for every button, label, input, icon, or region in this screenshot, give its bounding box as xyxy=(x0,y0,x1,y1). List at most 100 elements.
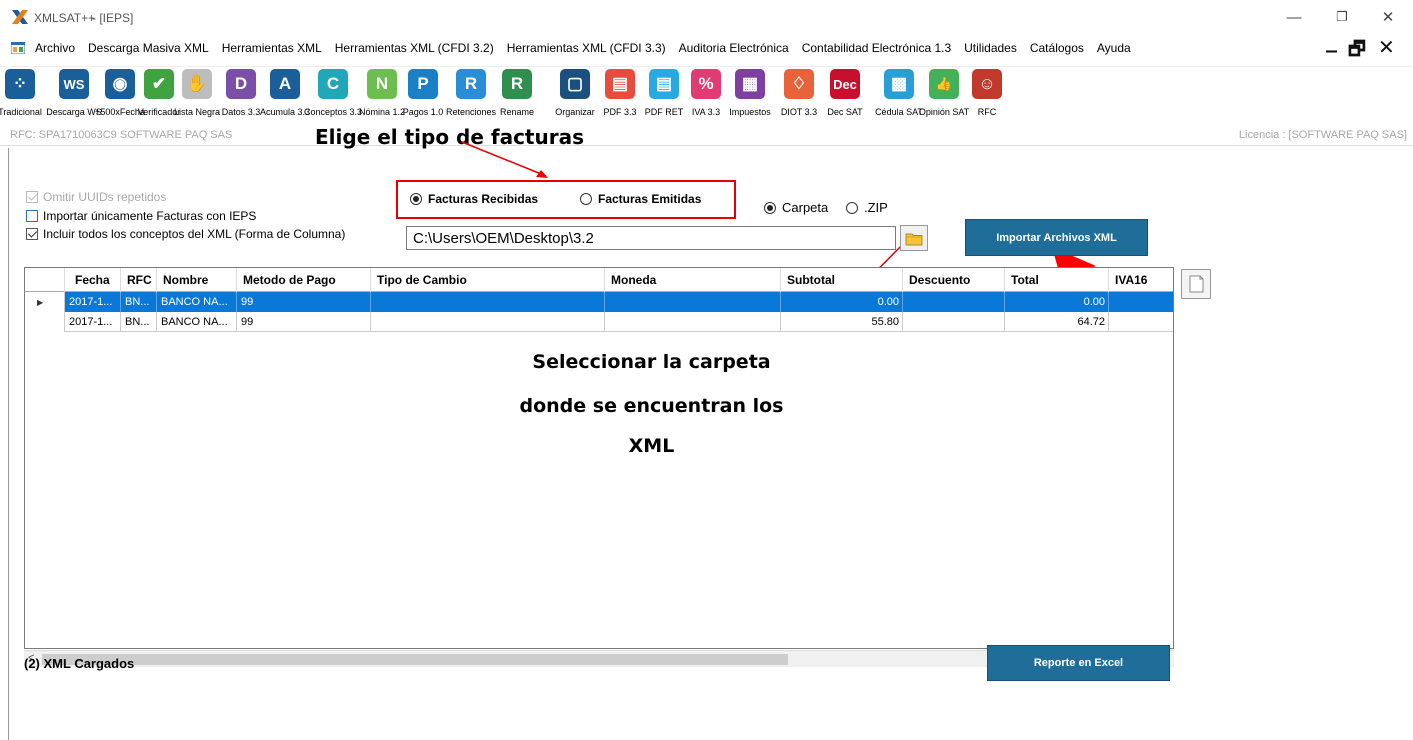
column-header[interactable]: Fecha xyxy=(65,268,121,292)
toolbar-label: Cédula SAT xyxy=(875,107,923,117)
menu-herramientas-cfdi32[interactable]: Herramientas XML (CFDI 3.2) xyxy=(335,41,494,55)
row-selector-icon[interactable]: ▶ xyxy=(25,292,65,312)
toolbar-button-dec-sat[interactable]: Dec Dec SAT xyxy=(827,69,863,121)
received-invoices-radio[interactable]: Facturas Recibidas xyxy=(410,192,538,206)
cell-iva16[interactable] xyxy=(1109,312,1173,332)
menu-descarga-masiva[interactable]: Descarga Masiva XML xyxy=(88,41,209,55)
cell-metodo[interactable]: 99 xyxy=(237,292,371,312)
menu-catalogos[interactable]: Catálogos xyxy=(1030,41,1084,55)
toolbar-button-diot-3-3[interactable]: ♢ DIOT 3.3 xyxy=(781,69,817,121)
mdi-close-button[interactable]: ✕ xyxy=(1378,35,1395,59)
toolbar-button-acumula-3-3[interactable]: A Acumula 3.3 xyxy=(260,69,310,121)
row-selector[interactable] xyxy=(25,312,65,332)
include-concepts-option[interactable]: Incluir todos los conceptos del XML (For… xyxy=(26,227,345,241)
close-button[interactable]: ✕ xyxy=(1370,4,1406,30)
menu-herramientas-xml[interactable]: Herramientas XML xyxy=(222,41,322,55)
cell-descuento[interactable] xyxy=(903,292,1005,312)
column-header[interactable]: Descuento xyxy=(903,268,1005,292)
toolbar-button-lista-negra[interactable]: ✋ Lista Negra xyxy=(174,69,220,121)
scrollbar-thumb[interactable] xyxy=(42,654,788,665)
cell-total[interactable]: 0.00 xyxy=(1005,292,1109,312)
received-radio-dot[interactable] xyxy=(410,193,422,205)
column-header[interactable]: Tipo de Cambio xyxy=(371,268,605,292)
table-row[interactable]: 2017-1... BN... BANCO NA... 99 55.80 64.… xyxy=(25,312,1173,332)
issued-invoices-radio[interactable]: Facturas Emitidas xyxy=(580,192,701,206)
cell-nombre[interactable]: BANCO NA... xyxy=(157,292,237,312)
mdi-restore-button[interactable]: 🗗 xyxy=(1348,35,1366,67)
grid-icon: ⁘ xyxy=(5,69,35,99)
menu-contabilidad[interactable]: Contabilidad Electrónica 1.3 xyxy=(802,41,951,55)
ieps-only-option[interactable]: Importar únicamente Facturas con IEPS xyxy=(26,209,256,223)
ieps-only-checkbox[interactable] xyxy=(26,210,38,222)
cell-moneda[interactable] xyxy=(605,292,781,312)
menu-auditoria[interactable]: Auditoria Electrónica xyxy=(679,41,789,55)
toolbar-button-pdf-ret[interactable]: ▤ PDF RET xyxy=(645,69,683,121)
toolbar-button-opini-n-sat[interactable]: 👍 Opinión SAT xyxy=(919,69,969,121)
cell-fecha[interactable]: 2017-1... xyxy=(65,292,121,312)
table-row[interactable]: ▶ 2017-1... BN... BANCO NA... 99 0.00 0.… xyxy=(25,292,1173,312)
toolbar-button-n-mina-1-2[interactable]: N Nómina 1.2 xyxy=(359,69,405,121)
column-header[interactable]: Subtotal xyxy=(781,268,903,292)
cell-rfc[interactable]: BN... xyxy=(121,292,157,312)
column-header[interactable]: IVA16 xyxy=(1109,268,1173,292)
column-header[interactable]: Nombre xyxy=(157,268,237,292)
cell-subtotal[interactable]: 0.00 xyxy=(781,292,903,312)
omit-uuids-option[interactable]: Omitir UUIDs repetidos xyxy=(26,190,166,204)
cell-tipo-cambio[interactable] xyxy=(371,312,605,332)
cell-tipo-cambio[interactable] xyxy=(371,292,605,312)
column-header[interactable]: Moneda xyxy=(605,268,781,292)
cell-metodo[interactable]: 99 xyxy=(237,312,371,332)
issued-radio-dot[interactable] xyxy=(580,193,592,205)
toolbar-label: Tradicional xyxy=(0,107,42,117)
column-chooser-button[interactable] xyxy=(1181,269,1211,299)
mdi-window-icon[interactable] xyxy=(11,42,25,54)
toolbar-label: Rename xyxy=(499,107,535,117)
zip-radio-dot[interactable] xyxy=(846,201,858,214)
browse-folder-button[interactable] xyxy=(900,225,928,251)
column-header[interactable]: Metodo de Pago xyxy=(237,268,371,292)
hand-icon: ✋ xyxy=(182,69,212,99)
toolbar-button-rename[interactable]: R Rename xyxy=(500,69,534,121)
cell-moneda[interactable] xyxy=(605,312,781,332)
column-header[interactable]: RFC xyxy=(121,268,157,292)
folder-path-input[interactable] xyxy=(406,226,896,250)
loaded-count-label: (2) XML Cargados xyxy=(24,656,135,671)
toolbar-button-descarga-ws[interactable]: WS Descarga WS xyxy=(46,69,102,121)
column-header[interactable]: Total xyxy=(1005,268,1109,292)
toolbar-button-tradicional[interactable]: ⁘ Tradicional xyxy=(0,69,42,121)
toolbar-button-retenciones[interactable]: R Retenciones xyxy=(446,69,496,121)
menu-archivo[interactable]: Archivo xyxy=(35,41,75,55)
cell-subtotal[interactable]: 55.80 xyxy=(781,312,903,332)
omit-uuids-checkbox[interactable] xyxy=(26,191,38,203)
folder-source-radio[interactable]: Carpeta xyxy=(764,200,828,215)
issued-label: Facturas Emitidas xyxy=(598,192,702,206)
cell-iva16[interactable] xyxy=(1109,292,1173,312)
menu-herramientas-cfdi33[interactable]: Herramientas XML (CFDI 3.3) xyxy=(507,41,666,55)
toolbar-label: Retenciones xyxy=(445,107,497,117)
toolbar-button-impuestos[interactable]: ▦ Impuestos xyxy=(729,69,771,121)
toolbar-button-conceptos-3-3[interactable]: C Conceptos 3.3 xyxy=(304,69,362,121)
menu-ayuda[interactable]: Ayuda xyxy=(1097,41,1131,55)
ws-icon: WS xyxy=(59,69,89,99)
toolbar-button-c-dula-sat[interactable]: ▩ Cédula SAT xyxy=(875,69,923,121)
toolbar-button-rfc[interactable]: ☺ RFC xyxy=(972,69,1002,121)
restore-button[interactable]: ❐ xyxy=(1324,4,1360,30)
toolbar-button-pagos-1-0[interactable]: P Pagos 1.0 xyxy=(403,69,443,121)
mdi-minimize-button[interactable]: _ xyxy=(1326,28,1337,53)
toolbar-button-datos-3-3[interactable]: D Datos 3.3 xyxy=(222,69,260,121)
minimize-button[interactable]: — xyxy=(1276,4,1312,30)
toolbar-button-iva-3-3[interactable]: % IVA 3.3 xyxy=(691,69,721,121)
toolbar-button-organizar[interactable]: ▢ Organizar xyxy=(555,69,595,121)
zip-source-radio[interactable]: .ZIP xyxy=(846,200,888,215)
cell-total[interactable]: 64.72 xyxy=(1005,312,1109,332)
menu-utilidades[interactable]: Utilidades xyxy=(964,41,1017,55)
cell-nombre[interactable]: BANCO NA... xyxy=(157,312,237,332)
excel-report-button[interactable]: Reporte en Excel xyxy=(987,645,1170,681)
folder-radio-dot[interactable] xyxy=(764,201,776,214)
cell-descuento[interactable] xyxy=(903,312,1005,332)
include-concepts-checkbox[interactable] xyxy=(26,228,38,240)
cell-rfc[interactable]: BN... xyxy=(121,312,157,332)
import-xml-button[interactable]: Importar Archivos XML xyxy=(965,219,1148,256)
cell-fecha[interactable]: 2017-1... xyxy=(65,312,121,332)
toolbar-button-pdf-3-3[interactable]: ▤ PDF 3.3 xyxy=(603,69,637,121)
